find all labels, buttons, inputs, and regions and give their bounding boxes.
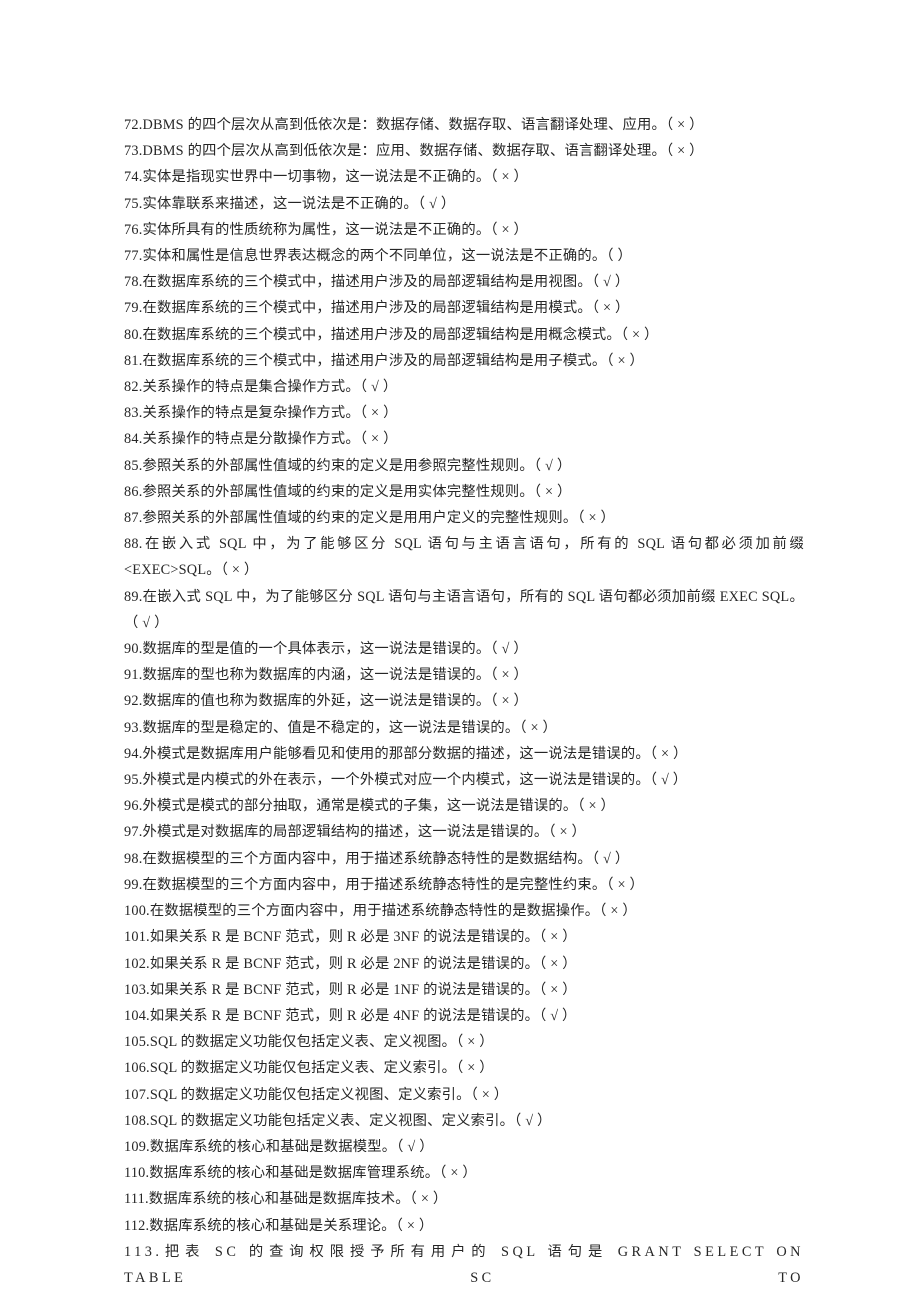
- question-item: 82.关系操作的特点是集合操作方式。（ √ ）: [124, 374, 804, 400]
- question-item: 101.如果关系 R 是 BCNF 范式，则 R 必是 3NF 的说法是错误的。…: [124, 924, 804, 950]
- question-item: 113.把表 SC 的查询权限授予所有用户的 SQL 语句是 GRANT SEL…: [124, 1239, 804, 1291]
- question-item: 108.SQL 的数据定义功能包括定义表、定义视图、定义索引。（ √ ）: [124, 1108, 804, 1134]
- question-item: 78.在数据库系统的三个模式中，描述用户涉及的局部逻辑结构是用视图。（ √ ）: [124, 269, 804, 295]
- question-item: 102.如果关系 R 是 BCNF 范式，则 R 必是 2NF 的说法是错误的。…: [124, 951, 804, 977]
- question-item: 88.在嵌入式 SQL 中，为了能够区分 SQL 语句与主语言语句，所有的 SQ…: [124, 531, 804, 583]
- question-item: 76.实体所具有的性质统称为属性，这一说法是不正确的。（ × ）: [124, 217, 804, 243]
- question-item: 111.数据库系统的核心和基础是数据库技术。（ × ）: [124, 1186, 804, 1212]
- question-item: 93.数据库的型是稳定的、值是不稳定的，这一说法是错误的。（ × ）: [124, 715, 804, 741]
- question-item: 110.数据库系统的核心和基础是数据库管理系统。（ × ）: [124, 1160, 804, 1186]
- question-item: 77.实体和属性是信息世界表达概念的两个不同单位，这一说法是不正确的。（ ）: [124, 243, 804, 269]
- question-item: 87.参照关系的外部属性值域的约束的定义是用用户定义的完整性规则。（ × ）: [124, 505, 804, 531]
- question-item: 94.外模式是数据库用户能够看见和使用的那部分数据的描述，这一说法是错误的。（ …: [124, 741, 804, 767]
- question-item: 80.在数据库系统的三个模式中，描述用户涉及的局部逻辑结构是用概念模式。（ × …: [124, 322, 804, 348]
- question-item: 84.关系操作的特点是分散操作方式。（ × ）: [124, 426, 804, 452]
- question-item: 105.SQL 的数据定义功能仅包括定义表、定义视图。（ × ）: [124, 1029, 804, 1055]
- question-item: 100.在数据模型的三个方面内容中，用于描述系统静态特性的是数据操作。（ × ）: [124, 898, 804, 924]
- question-item: 79.在数据库系统的三个模式中，描述用户涉及的局部逻辑结构是用模式。（ × ）: [124, 295, 804, 321]
- question-item: 97.外模式是对数据库的局部逻辑结构的描述，这一说法是错误的。（ × ）: [124, 819, 804, 845]
- question-item: 92.数据库的值也称为数据库的外延，这一说法是错误的。（ × ）: [124, 688, 804, 714]
- question-item: 98.在数据模型的三个方面内容中，用于描述系统静态特性的是数据结构。（ √ ）: [124, 846, 804, 872]
- question-item: 107.SQL 的数据定义功能仅包括定义视图、定义索引。（ × ）: [124, 1082, 804, 1108]
- question-item: 85.参照关系的外部属性值域的约束的定义是用参照完整性规则。（ √ ）: [124, 453, 804, 479]
- question-item: 83.关系操作的特点是复杂操作方式。（ × ）: [124, 400, 804, 426]
- question-item: 75.实体靠联系来描述，这一说法是不正确的。（ √ ）: [124, 191, 804, 217]
- question-item: 103.如果关系 R 是 BCNF 范式，则 R 必是 1NF 的说法是错误的。…: [124, 977, 804, 1003]
- question-item: 99.在数据模型的三个方面内容中，用于描述系统静态特性的是完整性约束。（ × ）: [124, 872, 804, 898]
- question-item: 95.外模式是内模式的外在表示，一个外模式对应一个内模式，这一说法是错误的。（ …: [124, 767, 804, 793]
- question-item: 96.外模式是模式的部分抽取，通常是模式的子集，这一说法是错误的。（ × ）: [124, 793, 804, 819]
- question-item: 91.数据库的型也称为数据库的内涵，这一说法是错误的。（ × ）: [124, 662, 804, 688]
- question-item: 81.在数据库系统的三个模式中，描述用户涉及的局部逻辑结构是用子模式。（ × ）: [124, 348, 804, 374]
- question-item: 104.如果关系 R 是 BCNF 范式，则 R 必是 4NF 的说法是错误的。…: [124, 1003, 804, 1029]
- question-item: 109.数据库系统的核心和基础是数据模型。（ √ ）: [124, 1134, 804, 1160]
- question-item: 106.SQL 的数据定义功能仅包括定义表、定义索引。（ × ）: [124, 1055, 804, 1081]
- question-item: 72.DBMS 的四个层次从高到低依次是：数据存储、数据存取、语言翻译处理、应用…: [124, 112, 804, 138]
- document-page: 72.DBMS 的四个层次从高到低依次是：数据存储、数据存取、语言翻译处理、应用…: [0, 0, 920, 1302]
- question-item: 89.在嵌入式 SQL 中，为了能够区分 SQL 语句与主语言语句，所有的 SQ…: [124, 584, 804, 636]
- question-item: 74.实体是指现实世界中一切事物，这一说法是不正确的。（ × ）: [124, 164, 804, 190]
- question-item: 112.数据库系统的核心和基础是关系理论。（ × ）: [124, 1213, 804, 1239]
- question-item: 73.DBMS 的四个层次从高到低依次是：应用、数据存储、数据存取、语言翻译处理…: [124, 138, 804, 164]
- question-item: 86.参照关系的外部属性值域的约束的定义是用实体完整性规则。（ × ）: [124, 479, 804, 505]
- question-item: 90.数据库的型是值的一个具体表示，这一说法是错误的。（ √ ）: [124, 636, 804, 662]
